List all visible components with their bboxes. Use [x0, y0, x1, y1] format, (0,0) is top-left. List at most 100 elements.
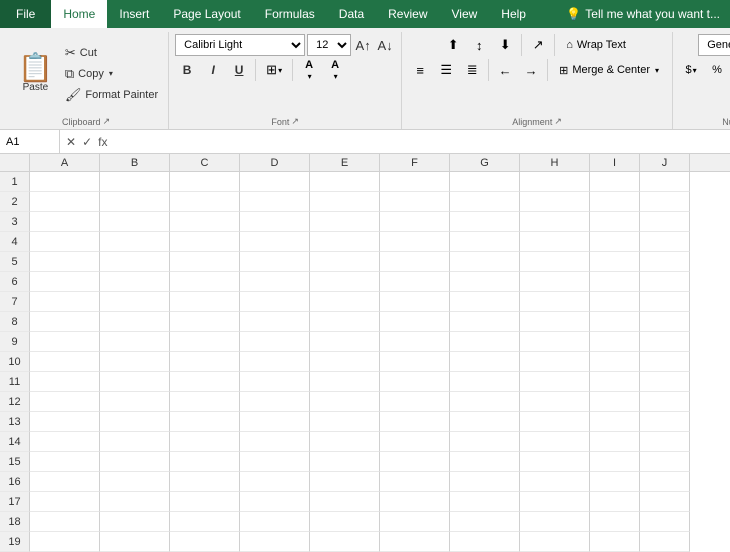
cell-j15[interactable] — [640, 452, 690, 472]
cell-d9[interactable] — [240, 332, 310, 352]
cell-i10[interactable] — [590, 352, 640, 372]
cell-b1[interactable] — [100, 172, 170, 192]
cell-h10[interactable] — [520, 352, 590, 372]
cell-c1[interactable] — [170, 172, 240, 192]
cell-h9[interactable] — [520, 332, 590, 352]
cell-d1[interactable] — [240, 172, 310, 192]
cell-a5[interactable] — [30, 252, 100, 272]
col-header-g[interactable]: G — [450, 154, 520, 171]
cell-g14[interactable] — [450, 432, 520, 452]
col-header-j[interactable]: J — [640, 154, 690, 171]
font-expand-icon[interactable]: ↗ — [291, 116, 299, 127]
cell-e8[interactable] — [310, 312, 380, 332]
cell-h13[interactable] — [520, 412, 590, 432]
borders-button[interactable]: ⊞▾ — [260, 59, 288, 81]
cell-f4[interactable] — [380, 232, 450, 252]
cell-j7[interactable] — [640, 292, 690, 312]
cell-e4[interactable] — [310, 232, 380, 252]
row-num-16[interactable]: 16 — [0, 472, 30, 492]
cell-h15[interactable] — [520, 452, 590, 472]
cell-g9[interactable] — [450, 332, 520, 352]
cell-g4[interactable] — [450, 232, 520, 252]
cell-e2[interactable] — [310, 192, 380, 212]
cell-a18[interactable] — [30, 512, 100, 532]
number-format-select[interactable]: General — [698, 34, 730, 56]
italic-button[interactable]: I — [201, 59, 225, 81]
align-right-button[interactable]: ≣ — [460, 59, 484, 81]
cell-f17[interactable] — [380, 492, 450, 512]
row-num-13[interactable]: 13 — [0, 412, 30, 432]
cell-i8[interactable] — [590, 312, 640, 332]
cell-g3[interactable] — [450, 212, 520, 232]
cell-f5[interactable] — [380, 252, 450, 272]
cell-j10[interactable] — [640, 352, 690, 372]
cell-c18[interactable] — [170, 512, 240, 532]
formula-input[interactable] — [113, 136, 730, 148]
row-num-6[interactable]: 6 — [0, 272, 30, 292]
cell-j12[interactable] — [640, 392, 690, 412]
cell-j4[interactable] — [640, 232, 690, 252]
decrease-indent-button[interactable]: ← — [493, 59, 517, 81]
cell-i11[interactable] — [590, 372, 640, 392]
font-size-select[interactable]: 12 — [307, 34, 351, 56]
cell-h11[interactable] — [520, 372, 590, 392]
cell-f3[interactable] — [380, 212, 450, 232]
cell-a2[interactable] — [30, 192, 100, 212]
cell-d7[interactable] — [240, 292, 310, 312]
cell-b5[interactable] — [100, 252, 170, 272]
font-color-button[interactable]: A ▾ — [323, 59, 347, 81]
formulas-menu-item[interactable]: Formulas — [253, 0, 327, 28]
col-header-c[interactable]: C — [170, 154, 240, 171]
cell-e6[interactable] — [310, 272, 380, 292]
decrease-font-size-button[interactable]: A↓ — [375, 34, 395, 56]
cell-i13[interactable] — [590, 412, 640, 432]
cell-j5[interactable] — [640, 252, 690, 272]
cell-g2[interactable] — [450, 192, 520, 212]
cell-d11[interactable] — [240, 372, 310, 392]
cell-f7[interactable] — [380, 292, 450, 312]
cell-i1[interactable] — [590, 172, 640, 192]
cell-d8[interactable] — [240, 312, 310, 332]
cell-b13[interactable] — [100, 412, 170, 432]
cell-c13[interactable] — [170, 412, 240, 432]
row-num-10[interactable]: 10 — [0, 352, 30, 372]
wrap-text-button[interactable]: ⌂ Wrap Text — [559, 36, 633, 54]
cell-i4[interactable] — [590, 232, 640, 252]
cell-h4[interactable] — [520, 232, 590, 252]
cell-e9[interactable] — [310, 332, 380, 352]
row-num-12[interactable]: 12 — [0, 392, 30, 412]
cell-f12[interactable] — [380, 392, 450, 412]
merge-center-button[interactable]: ⊞ Merge & Center ▾ — [552, 61, 666, 80]
cell-g7[interactable] — [450, 292, 520, 312]
cell-h7[interactable] — [520, 292, 590, 312]
cell-d3[interactable] — [240, 212, 310, 232]
cell-i16[interactable] — [590, 472, 640, 492]
cell-j16[interactable] — [640, 472, 690, 492]
cell-g5[interactable] — [450, 252, 520, 272]
cancel-formula-icon[interactable]: ✕ — [64, 133, 78, 151]
cell-i7[interactable] — [590, 292, 640, 312]
row-num-3[interactable]: 3 — [0, 212, 30, 232]
cell-b15[interactable] — [100, 452, 170, 472]
cell-b19[interactable] — [100, 532, 170, 552]
cell-a4[interactable] — [30, 232, 100, 252]
cell-d14[interactable] — [240, 432, 310, 452]
cell-j9[interactable] — [640, 332, 690, 352]
align-top-button[interactable]: ⬆ — [441, 34, 465, 56]
cell-c14[interactable] — [170, 432, 240, 452]
currency-button[interactable]: $▾ — [679, 59, 703, 81]
cell-h1[interactable] — [520, 172, 590, 192]
format-painter-button[interactable]: 🖌 Format Painter — [61, 85, 162, 105]
cell-h5[interactable] — [520, 252, 590, 272]
cell-d18[interactable] — [240, 512, 310, 532]
cell-d13[interactable] — [240, 412, 310, 432]
cell-e17[interactable] — [310, 492, 380, 512]
increase-font-size-button[interactable]: A↑ — [353, 34, 373, 56]
cell-j6[interactable] — [640, 272, 690, 292]
cell-f18[interactable] — [380, 512, 450, 532]
cell-a13[interactable] — [30, 412, 100, 432]
cell-i17[interactable] — [590, 492, 640, 512]
copy-button[interactable]: ⧉ Copy ▾ — [61, 64, 162, 84]
col-header-d[interactable]: D — [240, 154, 310, 171]
cell-d4[interactable] — [240, 232, 310, 252]
